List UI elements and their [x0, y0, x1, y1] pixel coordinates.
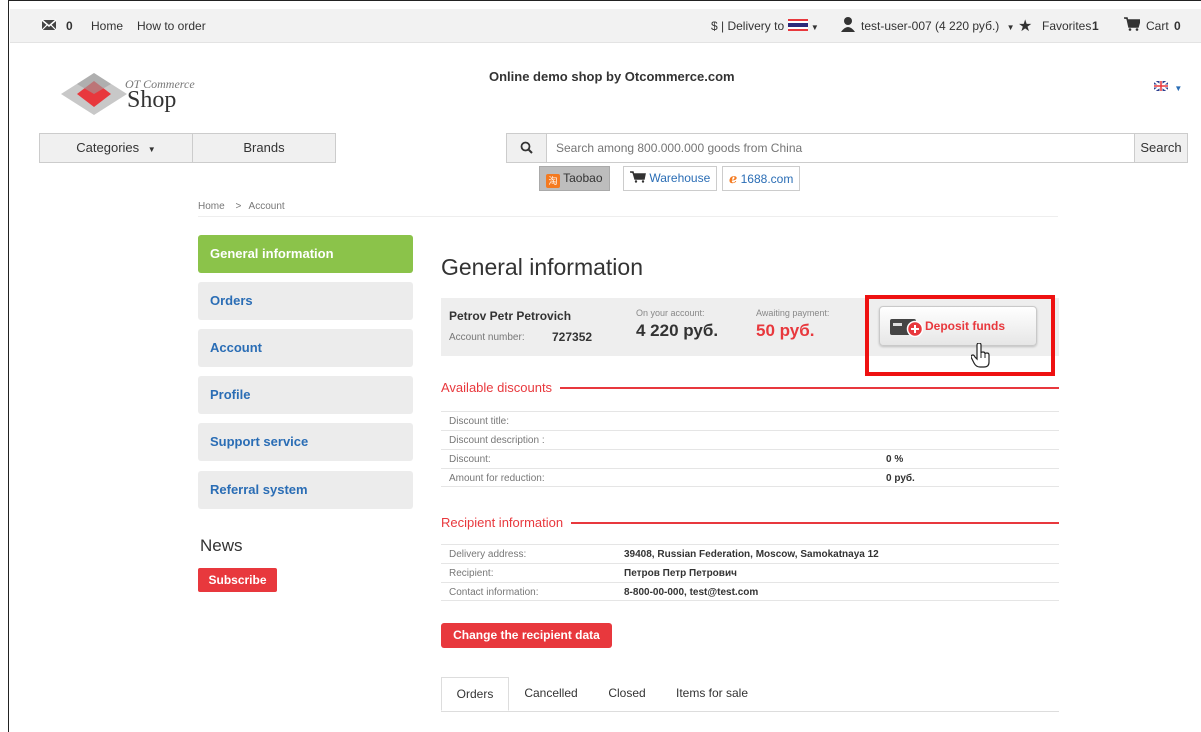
row-label: Delivery address:: [449, 549, 527, 560]
row-value: 0 руб.: [886, 473, 915, 484]
news-heading: News: [200, 536, 243, 555]
1688-icon: ℯ: [729, 171, 738, 186]
row-label: Discount title:: [449, 416, 510, 427]
favorites-count: 1: [1092, 19, 1099, 33]
breadcrumb-current: Account: [248, 201, 285, 212]
section-title-discounts: Available discounts: [441, 380, 561, 395]
chevron-down-icon: ▼: [1006, 23, 1015, 32]
chevron-down-icon: ▼: [810, 23, 819, 32]
delivery-selector[interactable]: $ | Delivery to ▼: [711, 19, 819, 33]
chevron-down-icon: ▼: [147, 145, 156, 154]
sidebar-item-support-service[interactable]: Support service: [198, 423, 413, 461]
subscribe-button[interactable]: Subscribe: [198, 568, 277, 592]
taobao-icon: 淘: [546, 174, 560, 188]
table-row: Recipient: Петров Петр Петрович: [441, 563, 1059, 582]
search-bar: Search: [506, 133, 1188, 163]
sidebar-item-general-information[interactable]: General information: [198, 235, 413, 273]
browser-page: 0 Home How to order $ | Delivery to ▼ te…: [8, 0, 1201, 732]
account-number-label: Account number:: [449, 332, 525, 343]
table-row: Discount description :: [441, 430, 1059, 449]
table-row: Contact information: 8-800-00-000, test@…: [441, 582, 1059, 601]
change-recipient-button[interactable]: Change the recipient data: [441, 623, 612, 648]
row-label: Contact information:: [449, 587, 539, 598]
search-input[interactable]: [548, 134, 1104, 162]
warehouse-icon: [630, 171, 649, 185]
logo-line2: Shop: [127, 87, 177, 113]
language-selector[interactable]: ▼: [1153, 80, 1183, 94]
awaiting-label: Awaiting payment:: [756, 308, 830, 318]
account-number: 727352: [552, 330, 593, 344]
cart-count: 0: [1174, 19, 1181, 33]
awaiting-value: 50 руб.: [756, 321, 815, 340]
sidebar-item-profile[interactable]: Profile: [198, 376, 413, 414]
logo[interactable]: OT Commerce Shop: [59, 71, 209, 121]
sidebar-item-account[interactable]: Account: [198, 329, 413, 367]
star-icon: ★: [1018, 18, 1033, 35]
row-label: Discount description :: [449, 435, 545, 446]
section-divider: [555, 387, 1059, 389]
source-label: Taobao: [563, 171, 603, 185]
hand-cursor-icon: [970, 342, 991, 372]
search-icon[interactable]: [507, 134, 547, 162]
tab-orders[interactable]: Orders: [441, 677, 509, 711]
uk-flag-icon: [1153, 80, 1169, 92]
breadcrumb-separator: >: [235, 201, 242, 212]
page-title: General information: [441, 254, 643, 280]
user-icon: [841, 16, 855, 35]
table-row: Amount for reduction: 0 руб.: [441, 468, 1059, 487]
source-label: 1688.com: [740, 172, 794, 186]
messages-count[interactable]: 0: [66, 19, 73, 33]
source-label: Warehouse: [649, 171, 711, 185]
row-label: Discount:: [449, 454, 491, 465]
user-label: test-user-007 (4 220 руб.): [861, 19, 1000, 33]
table-row: Discount title:: [441, 411, 1059, 430]
thailand-flag-icon: [787, 19, 808, 31]
categories-label: Categories: [76, 140, 140, 155]
user-menu[interactable]: test-user-007 (4 220 руб.) ▼: [861, 19, 1015, 33]
balance-label: On your account:: [636, 308, 705, 318]
slogan: Online demo shop by Otcommerce.com: [489, 69, 735, 84]
row-value: 0 %: [886, 454, 904, 465]
table-row: Discount: 0 %: [441, 449, 1059, 468]
balance-value: 4 220 руб.: [636, 321, 719, 340]
section-divider: [555, 522, 1059, 524]
row-label: Recipient:: [449, 568, 494, 579]
row-value: 39408, Russian Federation, Moscow, Samok…: [624, 549, 879, 560]
cart-link[interactable]: Cart: [1146, 19, 1169, 33]
brands-button[interactable]: Brands: [192, 133, 336, 163]
tab-closed[interactable]: Closed: [597, 677, 657, 711]
source-tab-taobao[interactable]: 淘 Taobao: [539, 166, 610, 191]
breadcrumb-home[interactable]: Home: [198, 201, 225, 212]
cart-icon[interactable]: [1124, 17, 1142, 34]
logo-diamond-icon: [61, 73, 127, 115]
sidebar-item-orders[interactable]: Orders: [198, 282, 413, 320]
highlight-box: [865, 295, 1055, 376]
search-button[interactable]: Search: [1134, 134, 1187, 162]
divider: [198, 216, 1058, 217]
account-holder-name: Petrov Petr Petrovich: [449, 309, 572, 323]
how-to-order-link[interactable]: How to order: [137, 19, 206, 33]
row-value: 8-800-00-000, test@test.com: [624, 587, 759, 598]
categories-button[interactable]: Categories ▼: [39, 133, 193, 163]
table-row: Delivery address: 39408, Russian Federat…: [441, 544, 1059, 563]
row-label: Amount for reduction:: [449, 473, 545, 484]
row-value: Петров Петр Петрович: [624, 568, 737, 579]
home-link[interactable]: Home: [91, 19, 123, 33]
mail-icon[interactable]: [41, 18, 57, 35]
source-tab-warehouse[interactable]: Warehouse: [623, 166, 718, 191]
favorites-link[interactable]: Favorites: [1042, 19, 1091, 33]
breadcrumb: Home > Account: [198, 201, 285, 212]
tabs-divider: [441, 711, 1059, 712]
delivery-label: $ | Delivery to: [711, 19, 785, 33]
tab-cancelled[interactable]: Cancelled: [513, 677, 589, 711]
tab-items-for-sale[interactable]: Items for sale: [665, 677, 759, 711]
chevron-down-icon: ▼: [1174, 84, 1183, 93]
section-title-recipient: Recipient information: [441, 515, 572, 530]
sidebar-item-referral-system[interactable]: Referral system: [198, 471, 413, 509]
top-bar: 0 Home How to order $ | Delivery to ▼ te…: [10, 9, 1201, 43]
source-tab-1688[interactable]: ℯ 1688.com: [722, 166, 801, 191]
